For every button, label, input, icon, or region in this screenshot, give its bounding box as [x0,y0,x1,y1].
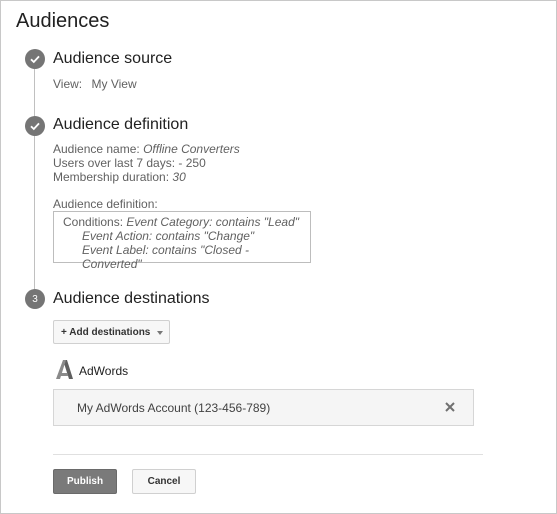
check-icon [30,122,40,131]
step-title-audience-destinations: Audience destinations [53,290,210,307]
view-row: View: My View [53,77,137,91]
account-name: My AdWords Account (123-456-789) [77,401,271,415]
audience-name-label: Audience name: [53,142,140,156]
view-value: My View [91,77,137,91]
adwords-label: AdWords [79,364,129,378]
condition-text: Event Category: contains "Lead" [126,215,300,229]
audiences-panel: Audiences Audience source View: My View … [0,0,557,514]
page-title: Audiences [16,10,110,32]
step-title-audience-definition: Audience definition [53,116,189,133]
actions-divider [53,454,483,455]
view-label: View: [53,77,83,91]
audience-definition-label: Audience definition: [53,197,158,211]
caret-down-icon [157,331,163,335]
add-destinations-label: + Add destinations [61,326,151,338]
adwords-logo-icon [56,360,73,379]
users-row: Users over last 7 days: - 250 [53,156,206,170]
steps-timeline [34,65,35,301]
step-3-indicator: 3 [25,289,45,309]
duration-value: 30 [172,170,186,184]
step-2-complete-icon [25,116,45,136]
duration-label: Membership duration: [53,170,170,184]
users-label: Users over last 7 days: [53,156,176,170]
conditions-box: Conditions: Event Category: contains "Le… [53,211,311,271]
step-title-audience-source: Audience source [53,50,173,67]
step-number: 3 [32,293,38,305]
check-icon [30,55,40,64]
users-value: - 250 [178,156,206,170]
cancel-button[interactable]: Cancel [132,469,196,494]
destination-account-row: My AdWords Account (123-456-789) [53,389,474,426]
step-1-complete-icon [25,49,45,69]
duration-row: Membership duration: 30 [53,170,186,184]
audience-name-row: Audience name: Offline Converters [53,142,240,156]
condition-text: Event Action: contains "Change" [82,229,255,243]
condition-text: Event Label: contains "Closed - Converte… [82,243,250,271]
add-destinations-button[interactable]: + Add destinations [53,320,170,344]
conditions-label: Conditions: [63,215,124,229]
audience-name-value: Offline Converters [143,142,240,156]
close-icon[interactable] [443,400,457,414]
publish-button[interactable]: Publish [53,469,117,494]
condition-line: Conditions: Event Category: contains "Le… [63,215,310,229]
